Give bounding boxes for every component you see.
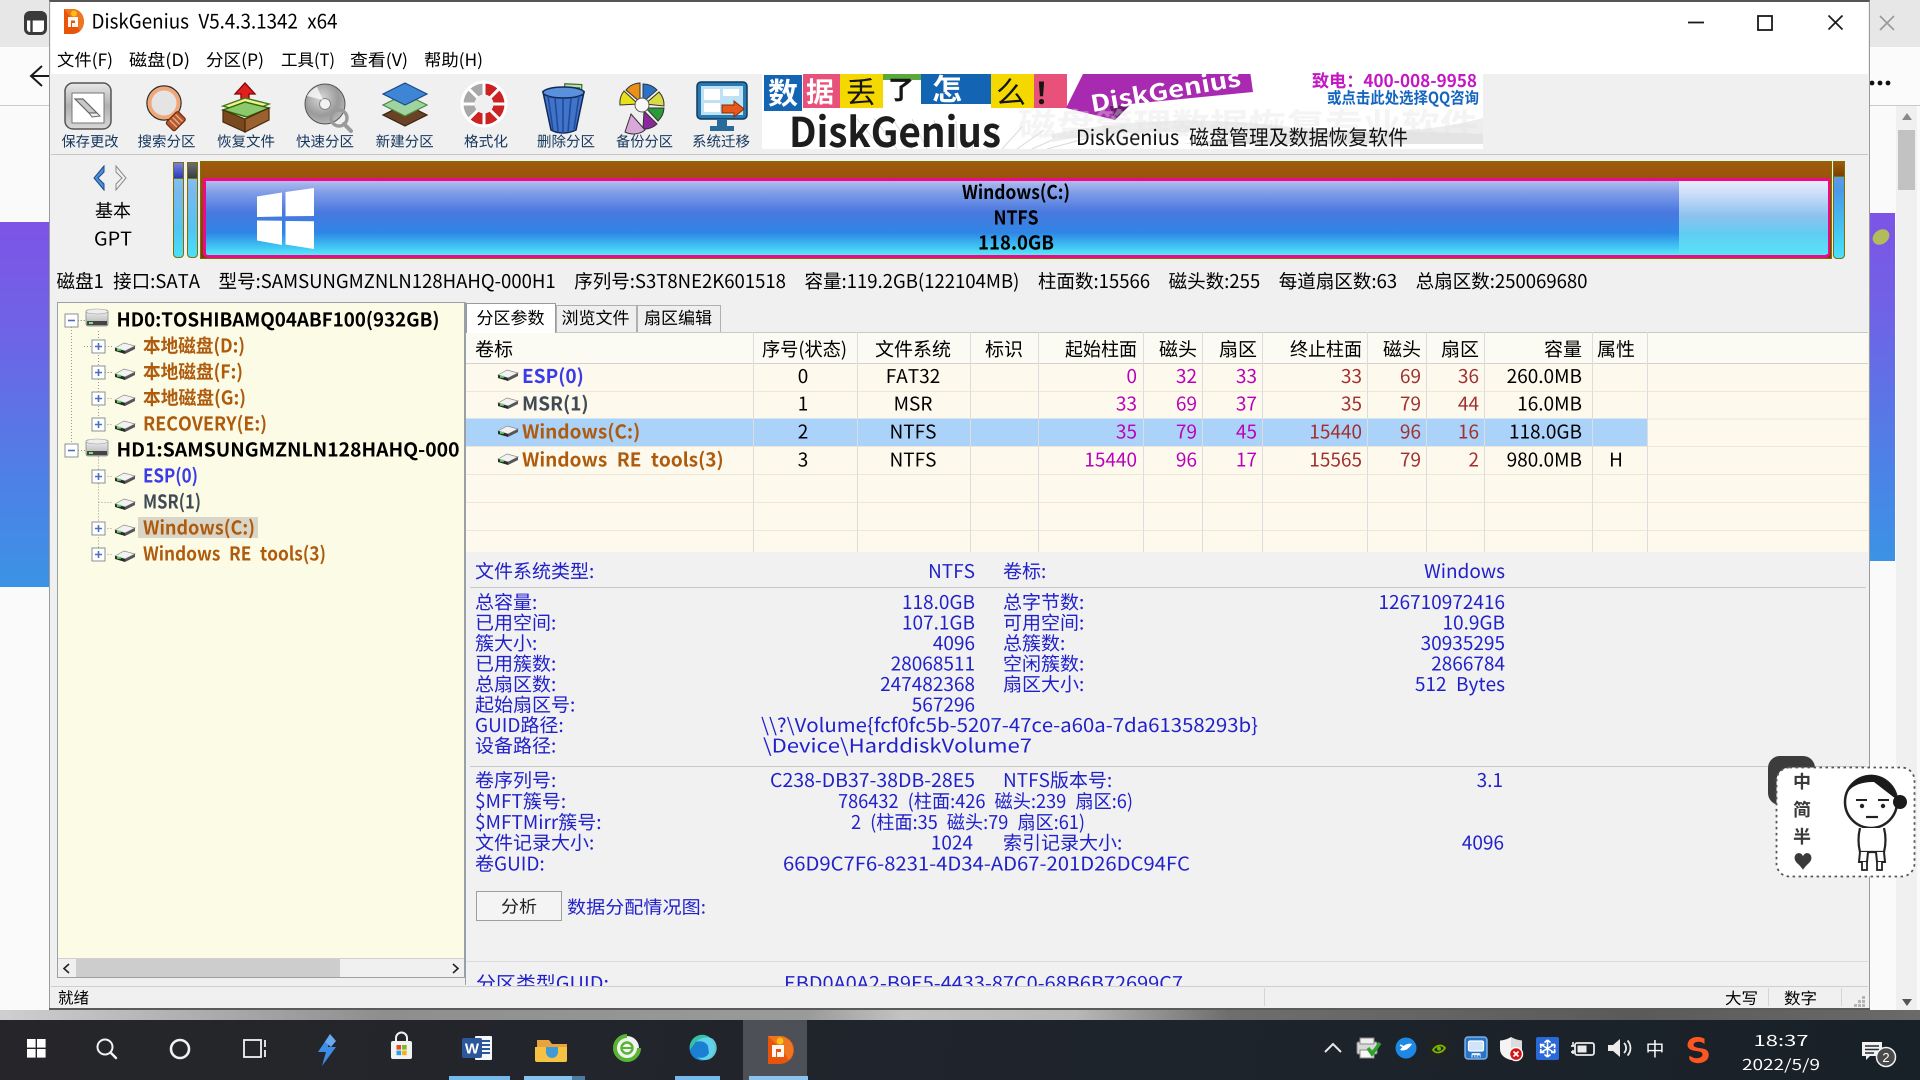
svg-text:2: 2 (1882, 1050, 1889, 1065)
svg-text:intel: intel (1471, 1054, 1481, 1060)
svg-text:W: W (465, 1041, 480, 1058)
